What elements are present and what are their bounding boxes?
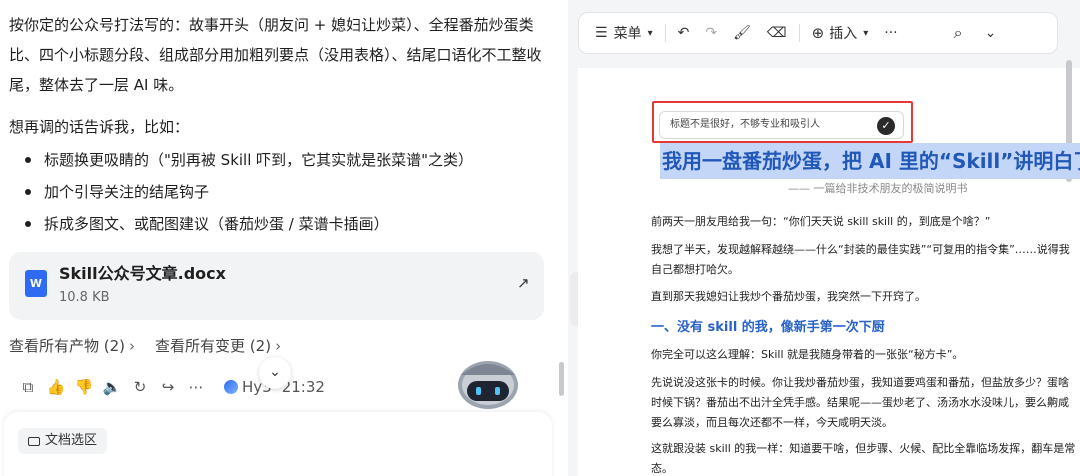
document-paragraph: 前两天一朋友甩给我一句：“你们天天说 skill skill 的，到底是个啥？” — [651, 215, 991, 228]
redo-icon[interactable]: ↷ — [705, 25, 717, 41]
view-all-changes-link[interactable]: 查看所有变更 (2) › — [155, 337, 281, 355]
chevron-right-icon: › — [275, 337, 282, 355]
view-all-changes-label: 查看所有变更 (2) — [155, 337, 272, 355]
toolbar-divider — [798, 24, 800, 42]
document-title[interactable]: 我用一盘番茄炒蛋，把 AI 里的“Skill”讲明白了 — [660, 143, 1080, 179]
menu-icon: ☰ — [595, 25, 608, 41]
document-selection-chip[interactable]: 文档选区 — [18, 428, 108, 454]
collapse-toolbar-icon[interactable]: ⌄ — [985, 25, 997, 41]
more-icon[interactable]: ··· — [884, 25, 897, 41]
ai-feedback-text: 标题不是很好，不够专业和吸引人 — [670, 119, 820, 130]
menu-button[interactable]: ☰ 菜单 ▾ — [595, 23, 653, 43]
assistant-message-followup: 想再调的话告诉我，比如： — [9, 118, 190, 136]
format-painter-icon[interactable]: 🖌 — [733, 25, 751, 41]
thumbs-up-icon[interactable]: 👍 — [42, 378, 70, 396]
more-icon[interactable]: ⋯ — [182, 378, 210, 396]
view-all-outputs-link[interactable]: 查看所有产物 (2) › — [9, 337, 135, 355]
menu-label: 菜单 — [613, 26, 642, 42]
model-logo-icon — [224, 380, 238, 394]
eraser-icon[interactable]: ⌫ — [767, 25, 787, 41]
insert-label: 插入 — [829, 26, 858, 42]
scroll-to-bottom-button[interactable]: ⌄ — [259, 357, 291, 389]
toolbar-divider — [664, 24, 666, 42]
chevron-right-icon: › — [129, 337, 136, 355]
file-size: 10.8 KB — [59, 290, 110, 305]
document-paragraph: 我想了半天，发现越解释越绕——什么“封装的最佳实践”“可复用的指令集”……说得我… — [651, 243, 1070, 276]
dropdown-icon: ▾ — [647, 27, 653, 39]
document-selection-label: 文档选区 — [45, 433, 98, 448]
document-paragraph: 直到那天我媳妇让我炒个番茄炒蛋，我突然一下开窍了。 — [651, 290, 926, 303]
undo-icon[interactable]: ↶ — [678, 25, 690, 41]
document-paragraph: 先说说没这张卡的时候。你让我炒番茄炒蛋，我知道要鸡蛋和番茄，但盐放多少？蛋啥时候… — [651, 376, 1069, 429]
artifact-links: 查看所有产物 (2) › 查看所有变更 (2) › — [9, 335, 281, 357]
suggestion-list: 标题换更吸睛的（"别再被 Skill 吓到，它其实就是张菜谱"之类） 加个引导关… — [22, 144, 552, 240]
list-item: 加个引导关注的结尾钩子 — [22, 176, 552, 208]
document-paragraph: 你完全可以这么理解：Skill 就是我随身带着的一张张“秘方卡”。 — [651, 348, 964, 361]
list-item: 拆成多图文、或配图建议（番茄炒蛋 / 菜谱卡插画） — [22, 208, 552, 240]
file-name: Skill公众号文章.docx — [59, 264, 226, 283]
selection-icon — [28, 436, 40, 446]
list-item: 标题换更吸睛的（"别再被 Skill 吓到，它其实就是张菜谱"之类） — [22, 144, 552, 176]
insert-button[interactable]: ⊕ 插入 ▾ — [812, 23, 869, 43]
regenerate-icon[interactable]: ↻ — [126, 378, 154, 396]
send-icon[interactable]: ✓ — [877, 117, 895, 135]
chat-panel: 按你定的公众号打法写的：故事开头（朋友问 + 媳妇让炒菜）、全程番茄炒蛋类比、四… — [0, 0, 568, 476]
dropdown-icon: ▾ — [863, 27, 869, 39]
insert-icon: ⊕ — [811, 24, 825, 42]
editor-toolbar: ☰ 菜单 ▾ ↶ ↷ 🖌 ⌫ ⊕ 插入 ▾ ··· ⌕ ⌄ — [578, 12, 1058, 54]
copy-icon[interactable]: ⧉ — [14, 378, 42, 396]
mascot-avatar — [458, 361, 518, 409]
document-heading: 一、没有 skill 的我，像新手第一次下厨 — [651, 320, 885, 335]
document-subtitle: —— 一篇给非技术朋友的极简说明书 — [788, 182, 968, 195]
search-icon[interactable]: ⌕ — [954, 23, 963, 43]
chat-input-box[interactable]: 文档选区 — [4, 412, 552, 476]
view-all-outputs-label: 查看所有产物 (2) — [9, 337, 126, 355]
document-paragraph: 这就跟没装 skill 的我一样：知道要干啥，但步骤、火候、配比全靠临场发挥，翻… — [651, 442, 1076, 475]
thumbs-down-icon[interactable]: 👎 — [70, 378, 98, 396]
chat-scrollbar[interactable] — [559, 362, 564, 396]
word-doc-icon: W — [25, 270, 47, 297]
open-external-icon[interactable]: ↗ — [517, 274, 530, 292]
ai-feedback-input[interactable]: 标题不是很好，不够专业和吸引人 ✓ — [659, 111, 904, 139]
share-icon[interactable]: ↪ — [154, 378, 182, 396]
speaker-icon[interactable]: 🔈 — [98, 378, 126, 396]
file-card[interactable]: W Skill公众号文章.docx 10.8 KB ↗ — [9, 252, 544, 320]
assistant-message-intro: 按你定的公众号打法写的：故事开头（朋友问 + 媳妇让炒菜）、全程番茄炒蛋类比、四… — [9, 16, 542, 94]
